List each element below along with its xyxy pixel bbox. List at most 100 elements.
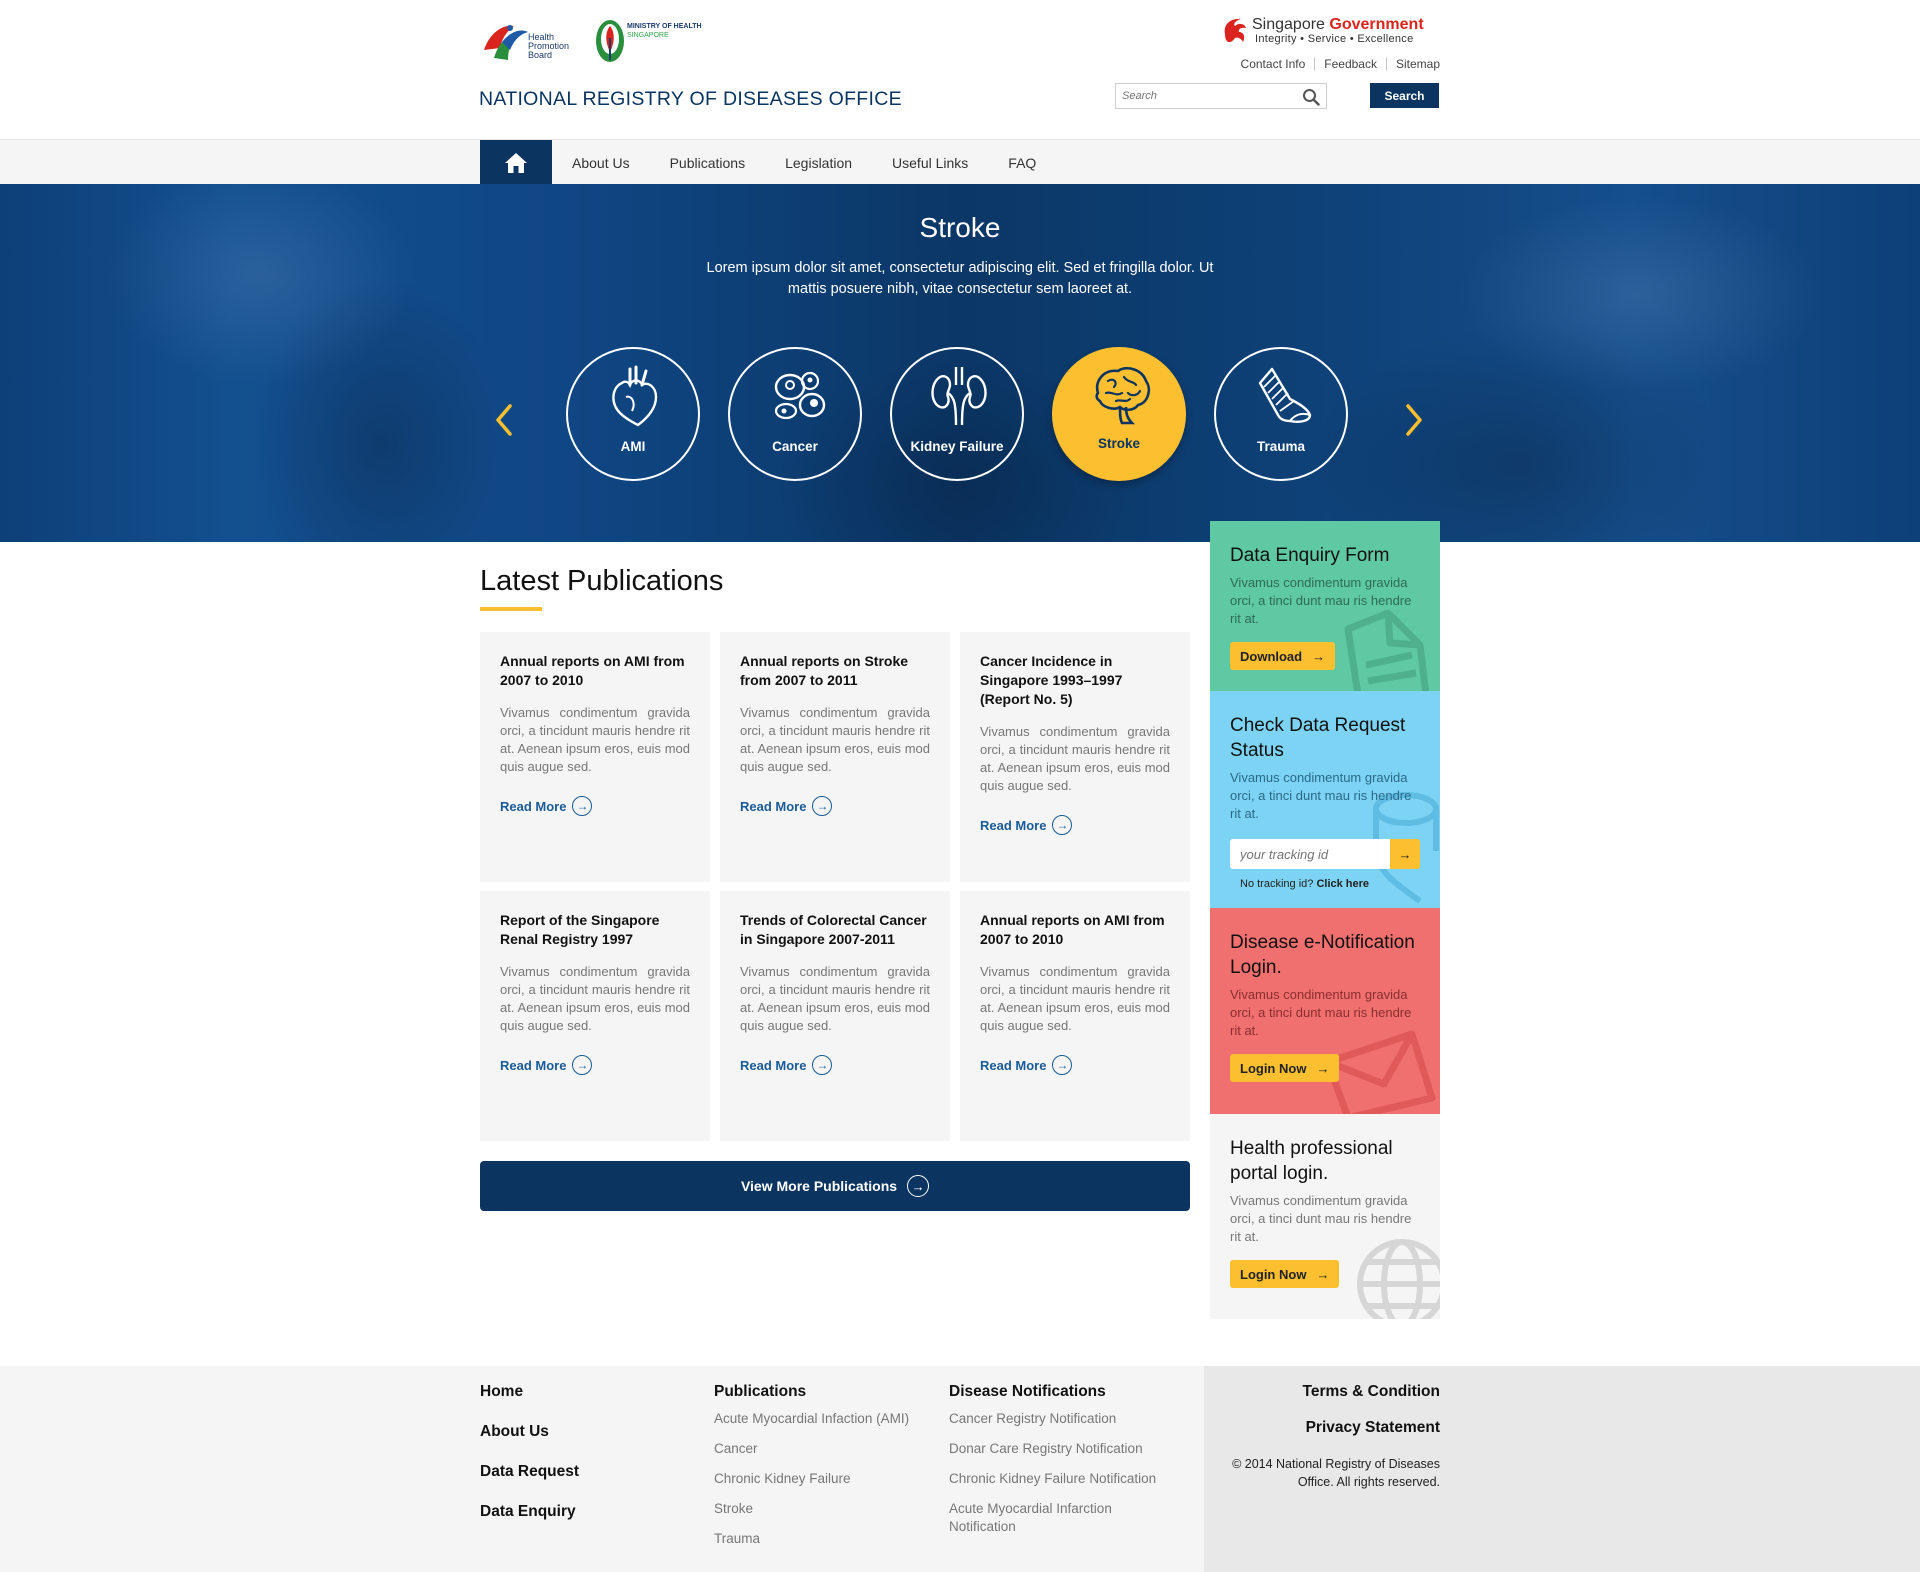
read-more-link[interactable]: Read More →: [500, 1055, 593, 1075]
data-enquiry-panel: Data Enquiry Form Vivamus condimentum gr…: [1210, 521, 1440, 691]
search-button[interactable]: Search: [1370, 83, 1439, 108]
card-body: Vivamus condimentum gravida orci, a tinc…: [740, 705, 930, 774]
login-now-button[interactable]: Login Now →: [1230, 1260, 1340, 1288]
hero-title: Stroke: [919, 212, 1001, 243]
arrow-right-icon: →: [1398, 846, 1412, 862]
tracking-id-input[interactable]: [1230, 839, 1390, 869]
utility-links: Contact Info Feedback Sitemap: [1232, 57, 1440, 71]
home-icon: [505, 152, 527, 173]
nav-items: About Us Publications Legislation Useful…: [552, 140, 1056, 185]
disease-ami[interactable]: AMI: [566, 347, 700, 481]
footer-about-link[interactable]: About Us: [480, 1423, 579, 1441]
arrow-circle-icon: →: [907, 1175, 930, 1197]
arrow-circle-icon: →: [1052, 815, 1073, 835]
site-title[interactable]: NATIONAL REGISTRY OF DISEASES OFFICE: [479, 88, 902, 111]
publication-card[interactable]: Trends of Colorectal Cancer in Singapore…: [720, 891, 950, 1141]
footer-link[interactable]: Chronic Kidney Failure: [714, 1470, 909, 1488]
read-more-link[interactable]: Read More →: [980, 1055, 1073, 1075]
nav-publications[interactable]: Publications: [650, 155, 766, 171]
latest-publications-heading: Latest Publications: [480, 565, 724, 597]
site-header: Health Promotion Board MINISTRY OF HEALT…: [0, 0, 1920, 139]
nav-about-us[interactable]: About Us: [552, 155, 650, 171]
feedback-link[interactable]: Feedback: [1314, 57, 1386, 71]
footer-publications-column: Publications Acute Myocardial Infaction …: [714, 1383, 909, 1560]
download-button[interactable]: Download →: [1230, 642, 1336, 670]
footer-notifications-heading[interactable]: Disease Notifications: [949, 1383, 1179, 1401]
panel-body: Vivamus condimentum gravida orci, a tinc…: [1230, 987, 1412, 1038]
footer-data-enquiry-link[interactable]: Data Enquiry: [480, 1503, 579, 1521]
nav-home[interactable]: [480, 140, 552, 185]
footer-link[interactable]: Stroke: [714, 1500, 909, 1518]
footer-link[interactable]: Trauma: [714, 1530, 909, 1548]
lion-head-icon: [1224, 18, 1246, 43]
heart-icon: [612, 365, 658, 427]
disease-trauma[interactable]: Trauma: [1214, 347, 1348, 481]
footer-notifications-column: Disease Notifications Cancer Registry No…: [949, 1383, 1179, 1548]
read-more-link[interactable]: Read More →: [740, 1055, 833, 1075]
publication-card[interactable]: Report of the Singapore Renal Registry 1…: [480, 891, 710, 1141]
e-notification-panel: Disease e-Notification Login. Vivamus co…: [1210, 908, 1440, 1114]
arrow-circle-icon: →: [812, 796, 833, 816]
publication-card[interactable]: Annual reports on AMI from 2007 to 2010 …: [960, 891, 1190, 1141]
publication-card[interactable]: Cancer Incidence in Singapore 1993–1997 …: [960, 632, 1190, 882]
contact-info-link[interactable]: Contact Info: [1232, 57, 1315, 71]
footer-home-link[interactable]: Home: [480, 1383, 579, 1401]
read-more-link[interactable]: Read More →: [500, 796, 593, 816]
hpb-logo-text: Health Promotion Board: [528, 32, 570, 60]
read-more-link[interactable]: Read More →: [980, 815, 1073, 835]
card-body: Vivamus condimentum gravida orci, a tinc…: [740, 964, 930, 1033]
view-more-publications-button[interactable]: View More Publications →: [480, 1161, 1190, 1211]
privacy-link[interactable]: Privacy Statement: [1200, 1419, 1440, 1437]
panel-body: Vivamus condimentum gravida orci, a tinc…: [1230, 1193, 1412, 1244]
cells-icon: [774, 371, 826, 420]
read-more-link[interactable]: Read More →: [740, 796, 833, 816]
card-body: Vivamus condimentum gravida orci, a tinc…: [500, 964, 690, 1033]
disease-kidney-failure[interactable]: Kidney Failure: [890, 347, 1024, 481]
check-status-panel: Check Data Request Status Vivamus condim…: [1210, 691, 1440, 908]
footer-publications-heading[interactable]: Publications: [714, 1383, 909, 1401]
login-now-button[interactable]: Login Now →: [1230, 1054, 1340, 1082]
search-input[interactable]: [1116, 84, 1286, 108]
publication-card[interactable]: Annual reports on Stroke from 2007 to 20…: [720, 632, 950, 882]
brain-icon: [1095, 367, 1151, 425]
arrow-right-icon: →: [1316, 1266, 1330, 1282]
gov-title: Singapore Government: [1252, 16, 1424, 33]
nav-legislation[interactable]: Legislation: [765, 155, 872, 171]
carousel-next-arrow[interactable]: [1402, 400, 1426, 440]
footer-link[interactable]: Acute Myocardial Infaction (AMI): [714, 1410, 909, 1428]
singapore-government-logo[interactable]: Singapore Government Integrity • Service…: [1221, 16, 1441, 48]
footer-link[interactable]: Chronic Kidney Failure Notification: [949, 1470, 1179, 1488]
card-title[interactable]: Annual reports on AMI from 2007 to 2010: [500, 652, 690, 690]
carousel-prev-arrow[interactable]: [492, 400, 516, 440]
footer-link[interactable]: Acute Myocardial Infarction Notification: [949, 1500, 1179, 1536]
sitemap-link[interactable]: Sitemap: [1385, 57, 1440, 71]
footer-legal: Terms & Condition Privacy Statement © 20…: [1200, 1383, 1440, 1491]
publication-card[interactable]: Annual reports on AMI from 2007 to 2010 …: [480, 632, 710, 882]
card-title[interactable]: Trends of Colorectal Cancer in Singapore…: [740, 911, 930, 949]
nav-useful-links[interactable]: Useful Links: [872, 155, 988, 171]
search-icon[interactable]: [1302, 88, 1320, 106]
main-nav: About Us Publications Legislation Useful…: [0, 139, 1920, 185]
card-title[interactable]: Cancer Incidence in Singapore 1993–1997 …: [980, 652, 1170, 709]
card-title[interactable]: Annual reports on AMI from 2007 to 2010: [980, 911, 1170, 949]
nav-faq[interactable]: FAQ: [988, 155, 1056, 171]
footer-data-request-link[interactable]: Data Request: [480, 1463, 579, 1481]
footer-link[interactable]: Donar Care Registry Notification: [949, 1440, 1179, 1458]
moh-logo[interactable]: [593, 18, 627, 64]
search-box: [1115, 83, 1327, 109]
disease-stroke[interactable]: Stroke: [1052, 347, 1186, 481]
arrow-right-icon: →: [1316, 1060, 1330, 1076]
kidney-icon: [931, 367, 987, 426]
terms-link[interactable]: Terms & Condition: [1200, 1383, 1441, 1401]
click-here-link[interactable]: Click here: [1316, 878, 1369, 890]
no-tracking-text: No tracking id? Click here: [1240, 878, 1370, 890]
arrow-circle-icon: →: [1052, 1055, 1073, 1075]
card-title[interactable]: Annual reports on Stroke from 2007 to 20…: [740, 652, 930, 690]
submit-tracking-button[interactable]: →: [1390, 839, 1420, 869]
card-title[interactable]: Report of the Singapore Renal Registry 1…: [500, 911, 690, 949]
footer-link[interactable]: Cancer Registry Notification: [949, 1410, 1179, 1428]
footer-link[interactable]: Cancer: [714, 1440, 909, 1458]
bandage-icon: [1258, 367, 1312, 423]
disease-cancer[interactable]: Cancer: [728, 347, 862, 481]
arrow-circle-icon: →: [572, 1055, 593, 1075]
